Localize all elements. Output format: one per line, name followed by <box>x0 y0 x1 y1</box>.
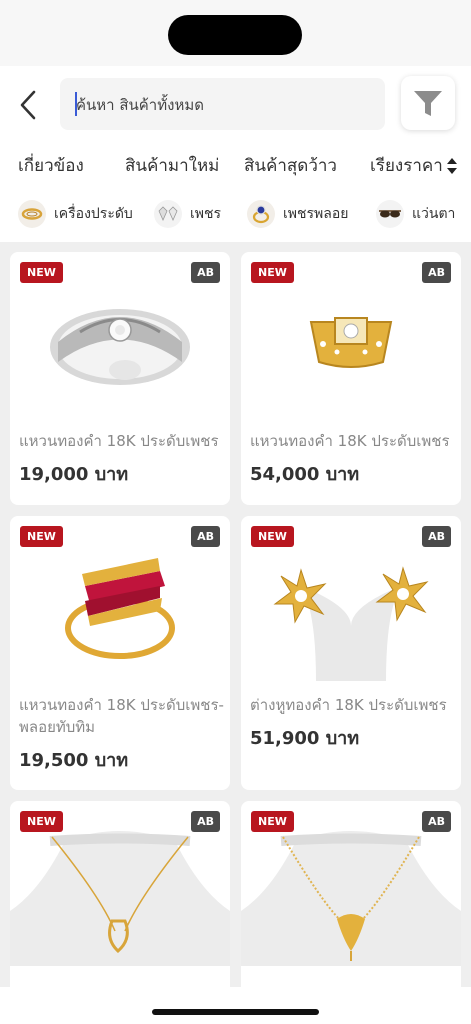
category-chips: เครื่องประดับ เพชร เพชรพลอย แว่นตา <box>0 199 471 229</box>
tab-relevant[interactable]: เกี่ยวข้อง <box>18 152 84 179</box>
tab-new-arrivals[interactable]: สินค้ามาใหม่ <box>125 152 219 179</box>
product-card[interactable]: NEW AB แหวนทองคำ 18K ประดับเพชร 19,000 บ… <box>10 252 230 505</box>
product-card[interactable]: NEW AB <box>241 801 461 1001</box>
category-label: เครื่องประดับ <box>54 206 133 222</box>
grade-badge: AB <box>191 526 220 547</box>
sunglasses-icon <box>376 200 404 228</box>
ring-icon <box>18 200 46 228</box>
filter-button[interactable] <box>401 76 455 130</box>
category-label: เพชร <box>190 206 222 222</box>
product-card[interactable]: NEW AB ต่างหูทองคำ 18K ประดับเพชร 51,900… <box>241 516 461 790</box>
gem-ring-icon <box>247 200 275 228</box>
product-card[interactable]: NEW AB แหวนทองคำ 18K ประดับเพชร 54,000 บ… <box>241 252 461 505</box>
chevron-left-icon <box>20 90 36 120</box>
tab-wow-deals[interactable]: สินค้าสุดว้าว <box>244 152 337 179</box>
new-badge: NEW <box>251 526 294 547</box>
product-price: 54,000 บาท <box>250 464 360 485</box>
product-name: แหวนทองคำ 18K ประดับเพชร-พลอยทับทิม <box>19 696 224 736</box>
tab-sort-price-label: เรียงราคา <box>370 156 443 176</box>
header: ค้นหา สินค้าทั้งหมด เกี่ยวข้อง สินค้ามาใ… <box>0 66 471 242</box>
category-eyewear[interactable]: แว่นตา <box>376 199 455 229</box>
filter-icon <box>414 91 442 116</box>
grade-badge: AB <box>422 811 451 832</box>
diamond-icon <box>154 200 182 228</box>
product-price: 19,500 บาท <box>19 750 129 771</box>
tab-sort-price[interactable]: เรียงราคา <box>370 152 458 179</box>
grade-badge: AB <box>422 262 451 283</box>
dynamic-island <box>168 15 302 55</box>
status-bar <box>0 0 471 66</box>
category-gemstone[interactable]: เพชรพลอย <box>247 199 348 229</box>
search-input[interactable]: ค้นหา สินค้าทั้งหมด <box>60 78 385 130</box>
product-name: ต่างหูทองคำ 18K ประดับเพชร <box>250 696 447 714</box>
category-label: เพชรพลอย <box>283 206 349 222</box>
grade-badge: AB <box>191 811 220 832</box>
product-name: แหวนทองคำ 18K ประดับเพชร <box>19 432 219 450</box>
grade-badge: AB <box>422 526 451 547</box>
new-badge: NEW <box>20 262 63 283</box>
new-badge: NEW <box>20 526 63 547</box>
new-badge: NEW <box>251 811 294 832</box>
sort-tabs: เกี่ยวข้อง สินค้ามาใหม่ สินค้าสุดว้าว เร… <box>0 152 471 182</box>
home-indicator[interactable] <box>152 1009 319 1015</box>
category-diamond[interactable]: เพชร <box>154 199 221 229</box>
search-placeholder: ค้นหา สินค้าทั้งหมด <box>76 96 204 114</box>
product-price: 51,900 บาท <box>250 728 360 749</box>
grade-badge: AB <box>191 262 220 283</box>
product-name: แหวนทองคำ 18K ประดับเพชร <box>250 432 450 450</box>
new-badge: NEW <box>20 811 63 832</box>
back-button[interactable] <box>14 88 44 122</box>
category-label: แว่นตา <box>412 206 456 222</box>
home-indicator-area <box>0 987 471 1024</box>
new-badge: NEW <box>251 262 294 283</box>
sort-arrows-icon <box>446 157 458 175</box>
product-price: 19,000 บาท <box>19 464 129 485</box>
product-card[interactable]: NEW AB แหวนทองคำ 18K ประดับเพชร-พลอยทับท… <box>10 516 230 790</box>
product-card[interactable]: NEW AB <box>10 801 230 1001</box>
category-jewelry[interactable]: เครื่องประดับ <box>18 199 133 229</box>
